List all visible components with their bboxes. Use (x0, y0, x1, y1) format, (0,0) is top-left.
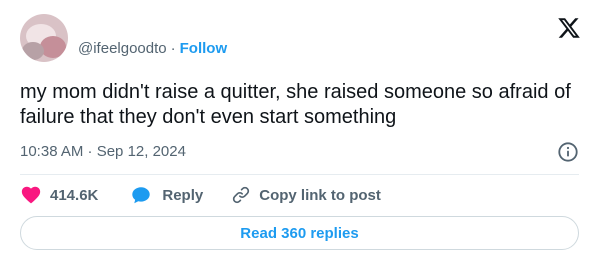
reply-button[interactable]: Reply (130, 184, 203, 206)
like-count: 414.6K (50, 186, 99, 204)
copy-link-label: Copy link to post (259, 186, 381, 204)
action-bar: 414.6K Reply Copy link to post (20, 183, 381, 207)
x-logo-icon[interactable] (557, 16, 581, 40)
heart-icon (21, 186, 41, 204)
tweet-text: my mom didn't raise a quitter, she raise… (20, 81, 571, 128)
read-replies-button[interactable]: Read 360 replies (20, 216, 579, 250)
user-line: @ifeelgoodto · Follow (78, 39, 227, 59)
speech-bubble-icon (132, 187, 151, 204)
reply-label: Reply (162, 186, 204, 204)
separator-dot: · (170, 40, 176, 57)
divider (20, 174, 579, 175)
avatar[interactable] (20, 14, 68, 62)
copy-link-button[interactable]: Copy link to post (231, 185, 381, 205)
timestamp[interactable]: 10:38 AM · Sep 12, 2024 (20, 142, 186, 162)
like-button[interactable]: 414.6K (20, 184, 98, 206)
user-handle[interactable]: @ifeelgoodto (78, 40, 167, 57)
tweet-card: @ifeelgoodto · Follow my mom didn't raise … (0, 0, 599, 269)
link-icon (233, 186, 250, 204)
info-icon[interactable] (557, 141, 579, 163)
follow-button[interactable]: Follow (180, 40, 228, 57)
